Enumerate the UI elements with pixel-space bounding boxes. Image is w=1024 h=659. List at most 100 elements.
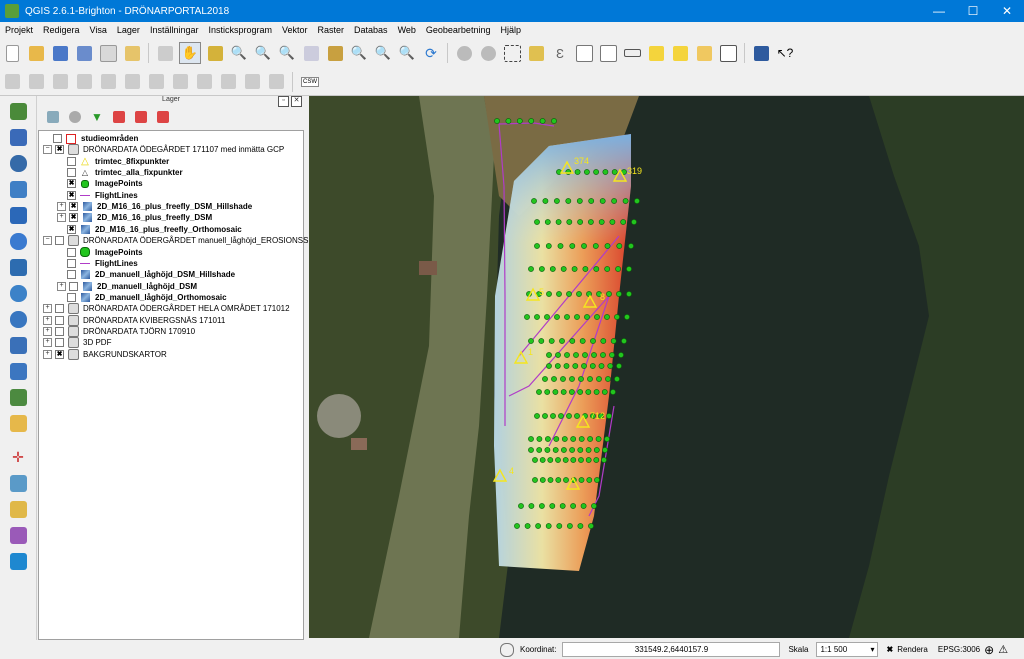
toggle-editing-icon[interactable] bbox=[2, 72, 22, 92]
expand-toggle[interactable]: + bbox=[43, 326, 52, 336]
new-print-composer-icon[interactable] bbox=[98, 43, 118, 63]
layer-visibility-checkbox[interactable] bbox=[55, 304, 64, 314]
add-postgis-layer-icon[interactable] bbox=[6, 152, 30, 174]
close-button[interactable]: ✕ bbox=[990, 0, 1024, 22]
run-action-icon[interactable] bbox=[478, 43, 498, 63]
gps-tools-icon[interactable] bbox=[6, 498, 30, 520]
layer-visibility-checkbox[interactable]: ✖ bbox=[55, 145, 64, 155]
text-annotation-icon[interactable] bbox=[718, 43, 738, 63]
add-mssql-layer-icon[interactable] bbox=[6, 204, 30, 226]
redo-icon[interactable] bbox=[266, 72, 286, 92]
crs-label[interactable]: EPSG:3006 bbox=[938, 645, 980, 654]
node-tool-icon[interactable] bbox=[122, 72, 142, 92]
zoom-to-layer-icon[interactable] bbox=[325, 43, 345, 63]
help-icon[interactable] bbox=[751, 43, 771, 63]
layer-visibility-checkbox[interactable] bbox=[69, 281, 78, 291]
georeferencer-icon[interactable] bbox=[6, 472, 30, 494]
zoom-out-icon[interactable]: 🔍 bbox=[253, 43, 273, 63]
layer-row[interactable]: + DRÖNARDATA ÖDERGÅRDET HELA OMRÅDET 1710… bbox=[43, 303, 290, 315]
statistics-icon[interactable] bbox=[598, 43, 618, 63]
coordinate-toggle-icon[interactable] bbox=[500, 642, 514, 657]
expand-toggle[interactable]: + bbox=[43, 304, 52, 314]
layer-visibility-checkbox[interactable] bbox=[55, 315, 64, 325]
open-project-icon[interactable] bbox=[26, 43, 46, 63]
add-raster-layer-icon[interactable] bbox=[6, 126, 30, 148]
menu-4[interactable]: Inställningar bbox=[145, 25, 204, 35]
add-group-icon[interactable] bbox=[66, 108, 84, 126]
menu-5[interactable]: Insticksprogram bbox=[203, 25, 277, 35]
layer-row[interactable]: studieområden bbox=[43, 133, 138, 144]
new-shapefile-icon[interactable] bbox=[6, 386, 30, 408]
menu-9[interactable]: Web bbox=[393, 25, 421, 35]
add-delimited-text-icon[interactable] bbox=[6, 334, 30, 356]
pan-to-selection-icon[interactable] bbox=[205, 43, 225, 63]
expand-all-icon[interactable] bbox=[110, 108, 128, 126]
layer-row[interactable]: + ✖ 2D_M16_16_plus_freefly_DSM_Hillshade bbox=[57, 201, 252, 212]
zoom-next-icon[interactable]: 🔍 bbox=[397, 43, 417, 63]
undo-icon[interactable] bbox=[242, 72, 262, 92]
identify-icon[interactable] bbox=[454, 43, 474, 63]
show-bookmarks-icon[interactable] bbox=[694, 43, 714, 63]
layer-row[interactable]: + DRÖNARDATA TJÖRN 170910 bbox=[43, 325, 195, 337]
layer-row[interactable]: + ✖ BAKGRUNDSKARTOR bbox=[43, 348, 167, 360]
layer-row[interactable]: 2D_manuell_låghöjd_Orthomosaic bbox=[57, 292, 227, 303]
layer-visibility-checkbox[interactable] bbox=[67, 247, 76, 257]
layer-visibility-checkbox[interactable] bbox=[53, 134, 62, 143]
add-feature-crosshair-icon[interactable]: ✛ bbox=[6, 446, 30, 468]
layer-visibility-checkbox[interactable] bbox=[55, 326, 64, 336]
touch-zoom-icon[interactable] bbox=[155, 43, 175, 63]
layer-visibility-checkbox[interactable] bbox=[55, 236, 64, 246]
remove-layer-icon[interactable] bbox=[154, 108, 172, 126]
new-spatialite-icon[interactable] bbox=[6, 412, 30, 434]
layer-visibility-checkbox[interactable]: ✖ bbox=[67, 190, 76, 200]
composer-manager-icon[interactable] bbox=[122, 43, 142, 63]
current-edits-icon[interactable] bbox=[26, 72, 46, 92]
expand-toggle[interactable]: + bbox=[57, 281, 66, 291]
menu-6[interactable]: Vektor bbox=[277, 25, 313, 35]
layer-row[interactable]: ✖ 2D_M16_16_plus_freefly_Orthomosaic bbox=[57, 224, 242, 235]
minimize-button[interactable]: — bbox=[922, 0, 956, 22]
layer-row[interactable]: 2D_manuell_låghöjd_DSM_Hillshade bbox=[57, 269, 235, 280]
zoom-full-icon[interactable] bbox=[301, 43, 321, 63]
layer-visibility-checkbox[interactable]: ✖ bbox=[67, 179, 76, 189]
layer-row[interactable]: ImagePoints bbox=[57, 247, 143, 258]
crs-globe-icon[interactable]: ⊕ bbox=[984, 643, 994, 657]
layer-row[interactable]: ✖ FlightLines bbox=[57, 190, 138, 201]
measure-icon[interactable] bbox=[622, 43, 642, 63]
zoom-to-selection-icon[interactable]: 🔍 bbox=[349, 43, 369, 63]
layer-row[interactable]: △ trimtec_alla_fixpunkter bbox=[57, 167, 183, 178]
new-bookmark-icon[interactable] bbox=[670, 43, 690, 63]
refresh-icon[interactable]: ⟳ bbox=[421, 43, 441, 63]
expand-toggle[interactable]: + bbox=[43, 315, 52, 325]
openlayers-icon[interactable] bbox=[6, 550, 30, 572]
pan-map-icon[interactable]: ✋ bbox=[179, 42, 201, 64]
layer-row[interactable]: + DRÖNARDATA KVIBERGSNÄS 171011 bbox=[43, 314, 225, 326]
messages-icon[interactable]: ⚠ bbox=[998, 643, 1008, 656]
render-checkbox[interactable]: ✖ bbox=[886, 645, 893, 654]
add-wms-layer-icon[interactable] bbox=[6, 256, 30, 278]
map-canvas[interactable]: 374 319 5 8 1 712 4 bbox=[309, 96, 1024, 638]
add-virtual-layer-icon[interactable] bbox=[6, 360, 30, 382]
attribute-table-icon[interactable] bbox=[574, 43, 594, 63]
save-project-icon[interactable] bbox=[50, 43, 70, 63]
save-edits-icon[interactable] bbox=[50, 72, 70, 92]
layer-row[interactable]: +2D_manuell_låghöjd_DSM bbox=[57, 281, 197, 292]
csw-button[interactable]: CSW bbox=[299, 72, 321, 92]
layer-row[interactable]: +3D PDF bbox=[43, 337, 111, 349]
new-project-icon[interactable] bbox=[2, 43, 22, 63]
layer-visibility-checkbox[interactable]: ✖ bbox=[55, 349, 64, 359]
menu-7[interactable]: Raster bbox=[313, 25, 350, 35]
layer-visibility-checkbox[interactable] bbox=[67, 292, 76, 302]
layer-visibility-checkbox[interactable] bbox=[67, 168, 76, 178]
expand-toggle[interactable]: + bbox=[43, 338, 52, 348]
menu-1[interactable]: Redigera bbox=[38, 25, 85, 35]
add-vector-layer-icon[interactable] bbox=[6, 100, 30, 122]
layer-row[interactable]: ✖ ImagePoints bbox=[57, 178, 143, 189]
vector-tools-icon[interactable] bbox=[6, 524, 30, 546]
add-spatialite-layer-icon[interactable] bbox=[6, 178, 30, 200]
panel-float-button[interactable]: ▫ bbox=[278, 96, 289, 107]
expand-toggle[interactable]: − bbox=[43, 236, 52, 246]
layer-visibility-checkbox[interactable] bbox=[67, 156, 76, 166]
layer-visibility-checkbox[interactable] bbox=[67, 270, 76, 280]
map-tips-icon[interactable] bbox=[646, 43, 666, 63]
